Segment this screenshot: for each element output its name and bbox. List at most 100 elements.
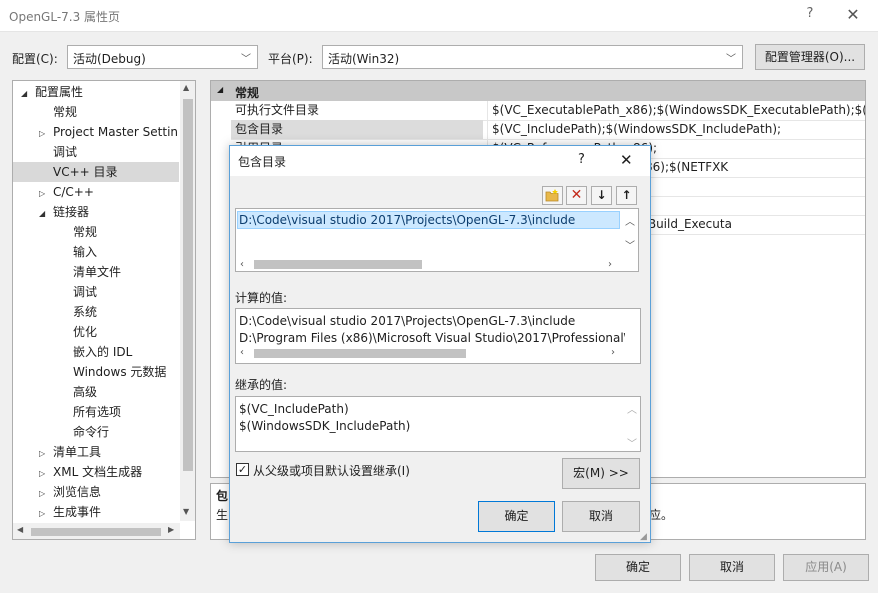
tree-item[interactable]: 常规 <box>13 102 179 122</box>
expand-icon[interactable]: ▷ <box>39 444 53 464</box>
tree-horizontal-scroll-thumb[interactable] <box>31 528 161 536</box>
tree-item[interactable]: VC++ 目录 <box>13 162 179 182</box>
scroll-left-icon[interactable]: ‹ <box>240 259 244 270</box>
scroll-right-icon[interactable]: › <box>608 259 612 270</box>
config-select[interactable]: 活动(Debug) ﹀ <box>67 45 258 69</box>
tree-item[interactable]: ▷ XML 文档生成器 <box>13 462 179 482</box>
help-button[interactable]: ? <box>800 6 820 26</box>
entries-horizontal-scroll-thumb[interactable] <box>254 260 422 269</box>
tree-item[interactable]: 清单文件 <box>13 262 179 282</box>
tree-item-label: 常规 <box>53 105 78 119</box>
config-select-value: 活动(Debug) <box>73 52 146 66</box>
tree-item-label: 生成事件 <box>53 505 102 519</box>
expand-icon[interactable]: ▷ <box>39 124 53 144</box>
window-title: OpenGL-7.3 属性页 <box>9 10 121 24</box>
new-folder-icon[interactable] <box>542 186 563 205</box>
tree-item-label: 清单工具 <box>53 445 102 459</box>
dialog-title-bar: 包含目录 ? ✕ <box>230 146 650 176</box>
tree-item[interactable]: 输入 <box>13 242 179 262</box>
include-directories-dialog: 包含目录 ? ✕ ✕ ↓ ↑ D:\Code\visual studio 201… <box>229 145 651 543</box>
tree-item[interactable]: ▷ Project Master Settin <box>13 122 179 142</box>
scroll-up-icon[interactable]: ︿ <box>627 401 637 416</box>
tree-item[interactable]: ▷ 浏览信息 <box>13 482 179 502</box>
tree-item-label: 优化 <box>73 325 98 339</box>
computed-value-item: D:\Code\visual studio 2017\Projects\Open… <box>239 314 576 328</box>
tree-item[interactable]: 所有选项 <box>13 402 179 422</box>
expand-icon[interactable]: ▷ <box>39 464 53 484</box>
computed-horizontal-scroll-thumb[interactable] <box>254 349 466 358</box>
grid-row-value[interactable]: $(VC_ExecutablePath_x86);$(WindowsSDK_Ex… <box>487 101 865 120</box>
dialog-cancel-button[interactable]: 取消 <box>562 501 640 532</box>
inherit-checkbox-label[interactable]: 从父级或项目默认设置继承(I) <box>253 462 410 479</box>
grid-section-title: 常规 <box>235 86 260 100</box>
scroll-down-icon[interactable]: ▼ <box>183 507 189 516</box>
grid-row[interactable]: 可执行文件目录 $(VC_ExecutablePath_x86);$(Window… <box>231 101 865 121</box>
tree-item[interactable]: ▷ 清单工具 <box>13 442 179 462</box>
grid-row-name: 可执行文件目录 <box>235 103 320 117</box>
ok-button[interactable]: 确定 <box>595 554 681 581</box>
description-title: 包 <box>216 489 229 503</box>
tree-item[interactable]: ▷ C/C++ <box>13 182 179 202</box>
scroll-up-icon[interactable]: ︿ <box>625 213 635 228</box>
config-manager-button[interactable]: 配置管理器(O)... <box>755 44 865 70</box>
dialog-help-button[interactable]: ? <box>578 152 585 167</box>
tree-item[interactable]: 优化 <box>13 322 179 342</box>
grid-section-header[interactable]: ◢ 常规 <box>211 81 865 101</box>
resize-grip-icon[interactable]: ◢ <box>640 532 647 542</box>
platform-select[interactable]: 活动(Win32) ﹀ <box>322 45 743 69</box>
entries-list[interactable]: D:\Code\visual studio 2017\Projects\Open… <box>235 208 639 272</box>
inherit-checkbox[interactable]: ✓ <box>236 463 249 476</box>
tree-item[interactable]: 嵌入的 IDL <box>13 342 179 362</box>
tree-item[interactable]: 系统 <box>13 302 179 322</box>
expand-icon[interactable]: ▷ <box>39 504 53 524</box>
tree-item-label: 配置属性 <box>35 85 84 99</box>
dialog-ok-button[interactable]: 确定 <box>478 501 555 532</box>
delete-icon[interactable]: ✕ <box>566 186 587 205</box>
tree-item-label: 命令行 <box>73 425 110 439</box>
title-bar: OpenGL-7.3 属性页 ? ✕ <box>0 0 878 32</box>
entry-item[interactable]: D:\Code\visual studio 2017\Projects\Open… <box>239 212 575 229</box>
tree-item[interactable]: 高级 <box>13 382 179 402</box>
tree-item[interactable]: 常规 <box>13 222 179 242</box>
scroll-right-icon[interactable]: ▶ <box>168 525 174 534</box>
collapse-icon[interactable]: ◢ <box>217 85 223 94</box>
tree-item[interactable]: 命令行 <box>13 422 179 442</box>
tree-item[interactable]: Windows 元数据 <box>13 362 179 382</box>
tree-item[interactable]: 调试 <box>13 282 179 302</box>
expand-icon[interactable]: ▷ <box>39 184 53 204</box>
computed-values-label: 计算的值: <box>235 291 288 305</box>
move-down-icon[interactable]: ↓ <box>591 186 612 205</box>
tree-item[interactable]: ▷ 生成事件 <box>13 502 179 522</box>
scroll-down-icon[interactable]: ﹀ <box>625 237 635 252</box>
chevron-down-icon: ﹀ <box>241 54 251 65</box>
scroll-right-icon[interactable]: › <box>611 347 615 358</box>
description-text: 生 <box>216 508 229 522</box>
tree-item[interactable]: ◢ 配置属性 <box>13 82 179 102</box>
tree-item-label: 调试 <box>53 145 78 159</box>
collapse-icon[interactable]: ◢ <box>21 84 35 104</box>
tree-item-label: 清单文件 <box>73 265 122 279</box>
tree-item-label: C/C++ <box>53 185 94 199</box>
scroll-down-icon[interactable]: ﹀ <box>627 435 637 450</box>
grid-row[interactable]: 包含目录 $(VC_IncludePath);$(WindowsSDK_Inclu… <box>231 120 865 140</box>
tree-vertical-scroll-thumb[interactable] <box>183 99 193 471</box>
cancel-button[interactable]: 取消 <box>689 554 775 581</box>
scroll-left-icon[interactable]: ◀ <box>17 525 23 534</box>
dialog-close-button[interactable]: ✕ <box>620 151 633 169</box>
grid-row-name: 包含目录 <box>235 122 284 136</box>
grid-row-value[interactable]: $(VC_IncludePath);$(WindowsSDK_IncludePa… <box>487 120 865 139</box>
scroll-up-icon[interactable]: ▲ <box>183 83 189 92</box>
apply-button[interactable]: 应用(A) <box>783 554 869 581</box>
macro-button[interactable]: 宏(M) >> <box>562 458 640 489</box>
tree-item[interactable]: 调试 <box>13 142 179 162</box>
move-up-icon[interactable]: ↑ <box>616 186 637 205</box>
scroll-left-icon[interactable]: ‹ <box>240 347 244 358</box>
description-text-tail: 应。 <box>649 508 674 522</box>
close-button[interactable]: ✕ <box>842 5 864 27</box>
tree-item[interactable]: ◢ 链接器 <box>13 202 179 222</box>
tree-item-label: 输入 <box>73 245 98 259</box>
tree-item-label: XML 文档生成器 <box>53 465 143 479</box>
collapse-icon[interactable]: ◢ <box>39 204 53 224</box>
expand-icon[interactable]: ▷ <box>39 484 53 504</box>
chevron-down-icon: ﹀ <box>726 54 736 65</box>
